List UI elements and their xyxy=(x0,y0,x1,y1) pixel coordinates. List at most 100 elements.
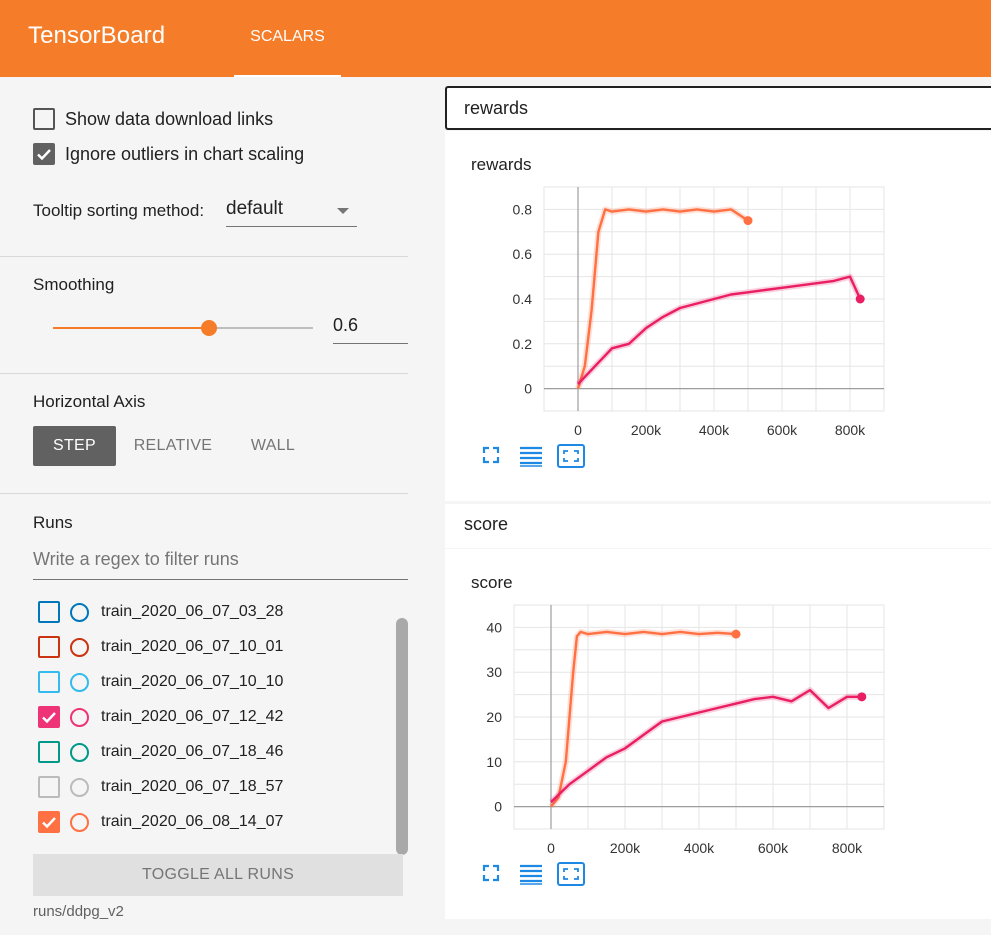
run-color-swatch[interactable] xyxy=(70,812,89,832)
checkmark-icon xyxy=(42,712,56,724)
toggle-log-scale-icon[interactable] xyxy=(519,863,543,890)
y-tick-label: 10 xyxy=(486,754,502,770)
series-raw-line xyxy=(575,273,863,387)
toggle-all-runs-button[interactable]: TOGGLE ALL RUNS xyxy=(33,854,403,896)
run-item[interactable]: train_2020_06_07_12_42 xyxy=(38,706,283,728)
fit-domain-icon[interactable] xyxy=(481,445,501,470)
slider-fill xyxy=(53,327,209,329)
score-chart[interactable]: 0 10 20 30 40 0 200k 400k 600k 800k xyxy=(445,595,991,875)
x-tick-label: 0 xyxy=(547,840,555,856)
run-checkbox[interactable] xyxy=(38,741,60,763)
divider xyxy=(0,373,408,374)
axis-step-button[interactable]: STEP xyxy=(33,426,116,466)
run-item[interactable]: train_2020_06_07_10_01 xyxy=(38,636,283,658)
series-end-point xyxy=(855,294,865,304)
run-item[interactable]: train_2020_06_08_14_07 xyxy=(38,811,283,833)
x-tick-label: 400k xyxy=(699,422,730,438)
x-tick-label: 200k xyxy=(631,422,662,438)
series-line xyxy=(577,275,862,385)
x-tick-label: 800k xyxy=(832,840,863,856)
runs-filter-input[interactable]: Write a regex to filter runs xyxy=(33,549,408,580)
x-tick-label: 600k xyxy=(758,840,789,856)
run-checkbox[interactable] xyxy=(38,776,60,798)
checkmark-icon xyxy=(37,149,51,161)
tab-scalars[interactable]: SCALARS xyxy=(234,0,341,77)
run-color-swatch[interactable] xyxy=(70,742,89,762)
expand-chart-icon[interactable] xyxy=(557,862,585,891)
run-checkbox[interactable] xyxy=(38,706,60,728)
ignore-outliers-checkbox[interactable]: Ignore outliers in chart scaling xyxy=(33,143,304,165)
x-tick-label: 600k xyxy=(767,422,798,438)
y-tick-label: 20 xyxy=(486,709,502,725)
select-value: default xyxy=(226,198,284,219)
filter-placeholder: Write a regex to filter runs xyxy=(33,549,239,569)
run-checkbox[interactable] xyxy=(38,636,60,658)
checkbox-box[interactable] xyxy=(33,143,55,165)
run-checkbox[interactable] xyxy=(38,601,60,623)
smoothing-slider[interactable] xyxy=(53,320,313,336)
series-end-point xyxy=(743,216,753,226)
checkbox-label: Show data download links xyxy=(65,108,274,129)
divider xyxy=(0,256,408,257)
run-name: train_2020_06_07_18_46 xyxy=(101,743,284,760)
run-color-swatch[interactable] xyxy=(70,602,89,622)
run-item[interactable]: train_2020_06_07_18_57 xyxy=(38,776,283,798)
runs-scrollbar[interactable] xyxy=(396,618,408,855)
run-item[interactable]: train_2020_06_07_03_28 xyxy=(38,601,283,623)
section-body-rewards: rewards 0 0.2 0.4 0.6 0.8 0 200k 400k 600k 800k xyxy=(445,131,991,501)
y-tick-label: 0 xyxy=(524,381,532,397)
run-name: train_2020_06_07_10_10 xyxy=(101,673,284,690)
sidebar: Show data download links Ignore outliers… xyxy=(0,77,430,935)
run-color-swatch[interactable] xyxy=(70,672,89,692)
divider xyxy=(0,493,408,494)
axis-wall-button[interactable]: WALL xyxy=(238,426,308,466)
tab-label: SCALARS xyxy=(250,28,325,45)
axis-relative-button[interactable]: RELATIVE xyxy=(128,426,218,466)
show-download-links-checkbox[interactable]: Show data download links xyxy=(33,108,273,130)
run-item[interactable]: train_2020_06_07_18_46 xyxy=(38,741,283,763)
x-tick-label: 400k xyxy=(684,840,715,856)
y-tick-label: 30 xyxy=(486,664,502,680)
horizontal-axis-label: Horizontal Axis xyxy=(33,392,146,411)
slider-handle[interactable] xyxy=(201,320,217,336)
series-line xyxy=(550,688,862,803)
run-color-swatch[interactable] xyxy=(70,637,89,657)
toggle-log-scale-icon[interactable] xyxy=(519,445,543,472)
x-tick-label: 800k xyxy=(835,422,866,438)
run-color-swatch[interactable] xyxy=(70,777,89,797)
run-name: train_2020_06_08_14_07 xyxy=(101,813,284,830)
run-checkbox[interactable] xyxy=(38,671,60,693)
log-directory: runs/ddpg_v2 xyxy=(33,903,124,920)
smoothing-value-input[interactable]: 0.6 xyxy=(333,315,408,344)
smoothing-label: Smoothing xyxy=(33,275,115,294)
expand-chart-icon[interactable] xyxy=(557,444,585,473)
x-tick-label: 0 xyxy=(574,422,582,438)
tooltip-sorting-label: Tooltip sorting method: xyxy=(33,201,205,220)
rewards-chart[interactable]: 0 0.2 0.4 0.6 0.8 0 200k 400k 600k 800k xyxy=(445,177,991,457)
run-item[interactable]: train_2020_06_07_10_10 xyxy=(38,671,283,693)
card-title: score xyxy=(471,573,513,592)
dropdown-arrow-icon xyxy=(337,208,349,214)
section-header-rewards[interactable]: rewards xyxy=(445,86,991,130)
checkmark-icon xyxy=(42,817,56,829)
card-title: rewards xyxy=(471,155,532,174)
main-panel: rewards rewards 0 0.2 0.4 0.6 0.8 0 200k 400k 60… xyxy=(445,77,991,935)
run-name: train_2020_06_07_03_28 xyxy=(101,603,284,620)
series-end-point xyxy=(857,692,867,702)
runs-label: Runs xyxy=(33,513,73,532)
y-tick-label: 0.8 xyxy=(513,201,533,217)
run-color-swatch[interactable] xyxy=(70,707,89,727)
run-name: train_2020_06_07_10_01 xyxy=(101,638,284,655)
tooltip-sorting-select[interactable]: default xyxy=(226,198,357,227)
y-tick-label: 0.6 xyxy=(513,246,533,262)
run-checkbox[interactable] xyxy=(38,811,60,833)
series-end-point xyxy=(731,629,741,639)
run-name: train_2020_06_07_18_57 xyxy=(101,778,284,795)
x-tick-label: 200k xyxy=(610,840,641,856)
y-tick-label: 0.2 xyxy=(513,336,533,352)
fit-domain-icon[interactable] xyxy=(481,863,501,888)
checkbox-box[interactable] xyxy=(33,108,55,130)
series-raw-line xyxy=(548,687,862,805)
top-bar: TensorBoard SCALARS xyxy=(0,0,991,77)
section-header-score[interactable]: score xyxy=(445,504,991,548)
